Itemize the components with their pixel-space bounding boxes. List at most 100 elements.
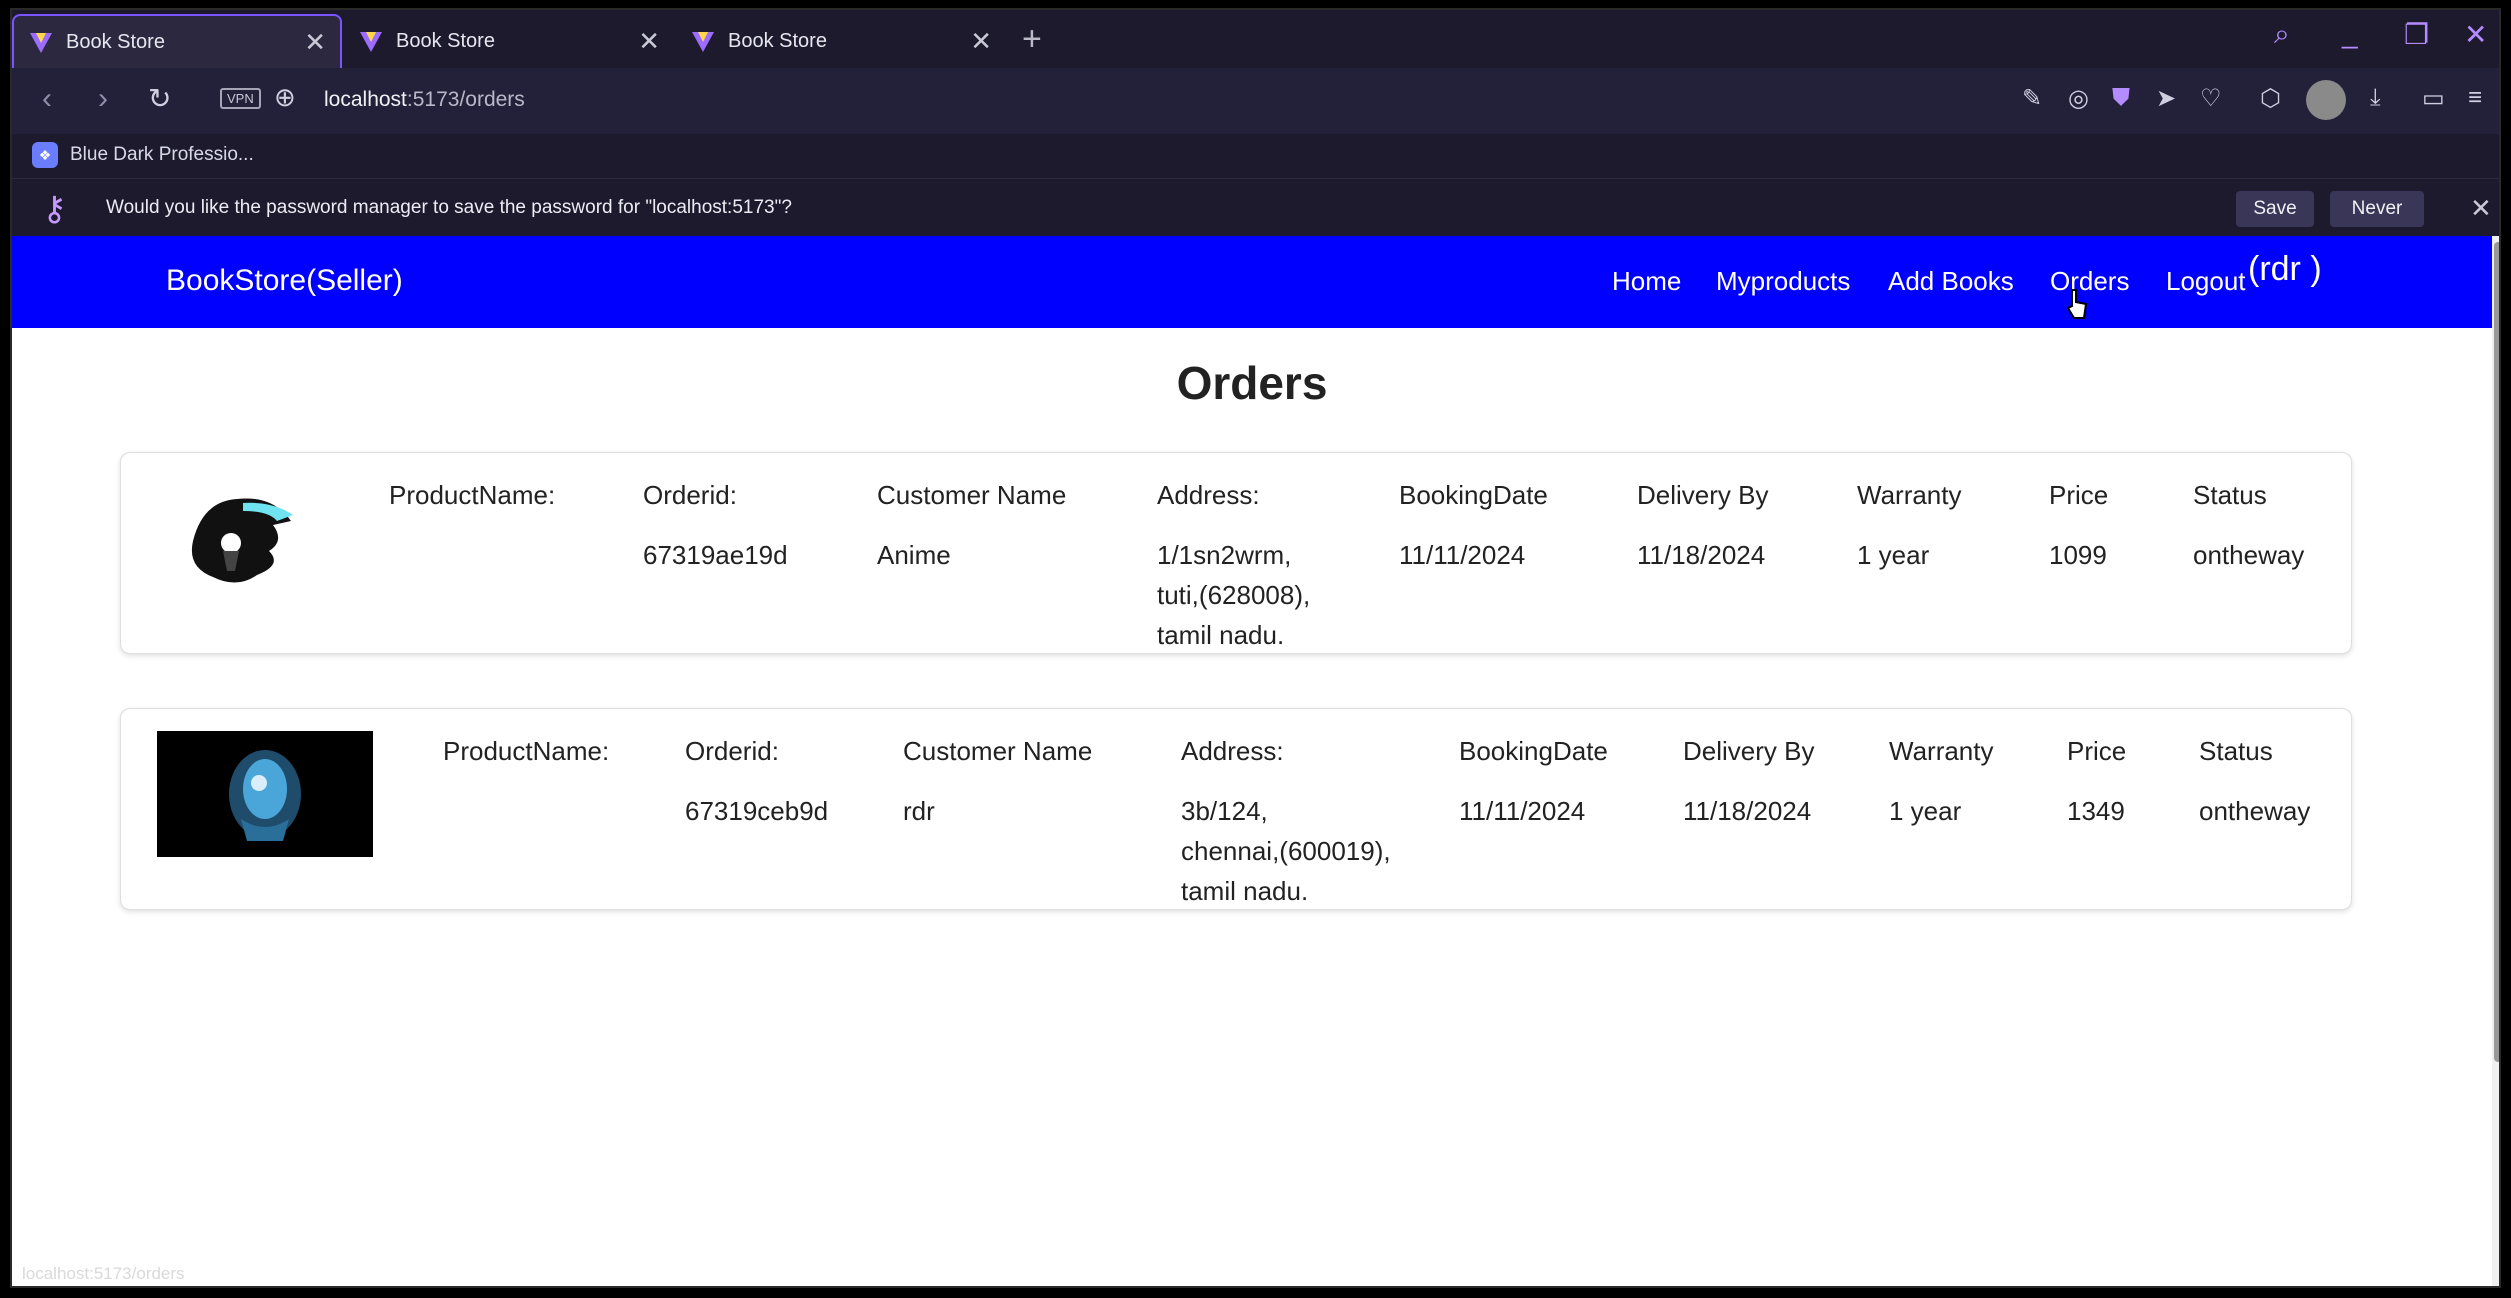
download-icon[interactable]: ⤓ [2370,84,2381,112]
order-card: ProductName: Orderid: Customer Name Addr… [120,708,2352,910]
minimize-icon[interactable]: _ [2342,18,2358,50]
password-manager-bar: ⚷ Would you like the password manager to… [12,178,2499,236]
close-icon[interactable]: ✕ [970,26,992,57]
profile-avatar[interactable] [2306,80,2346,120]
brand-logo[interactable]: BookStore(Seller) [166,264,403,298]
close-window-icon[interactable]: ✕ [2464,18,2487,51]
header-price: Price [2049,480,2109,510]
header-productname: ProductName: [389,480,556,510]
address-line: tamil nadu. [1157,620,1285,650]
search-icon[interactable]: ⌕ [2274,18,2290,51]
camera-icon[interactable]: ◎ [2068,84,2089,113]
nav-logout[interactable]: Logout [2166,266,2246,297]
vpn-badge[interactable]: VPN [220,88,261,109]
header-warranty: Warranty [1889,736,1994,766]
url-host: localhost [324,88,407,111]
status: ontheway [2199,796,2311,826]
order-id: 67319ceb9d [685,796,829,826]
never-save-button[interactable]: Never [2330,191,2424,227]
tab-1[interactable]: Book Store ✕ [12,14,342,68]
bookmark-label: Blue Dark Professio... [70,144,254,165]
header-bookingdate: BookingDate [1459,736,1608,766]
price: 1349 [2067,796,2125,826]
tab-3[interactable]: Book Store ✕ [676,14,1006,68]
header-orderid: Orderid: [685,736,779,766]
tab-2[interactable]: Book Store ✕ [344,14,674,68]
close-icon[interactable]: ✕ [2470,193,2492,224]
header-price: Price [2067,736,2127,766]
product-image [157,731,373,857]
status-bar-url: localhost:5173/orders [22,1264,185,1283]
edit-icon[interactable]: ✎ [2022,84,2042,113]
new-tab-button[interactable]: + [1022,20,1042,59]
address-line: tuti,(628008), [1157,580,1311,610]
globe-icon[interactable]: ⊕ [274,82,296,113]
booking-date: 11/11/2024 [1459,796,1586,826]
booking-date: 11/11/2024 [1399,540,1526,570]
header-warranty: Warranty [1857,480,1962,510]
header-status: Status [2193,480,2267,510]
tab-title: Book Store [66,30,165,53]
tab-title: Book Store [396,29,495,52]
save-password-button[interactable]: Save [2236,191,2314,227]
bookmark-item[interactable]: ❖ Blue Dark Professio... [32,142,254,168]
header-orderid: Orderid: [643,480,737,510]
header-address: Address: [1181,736,1284,766]
price: 1099 [2049,540,2107,570]
site-navbar: BookStore(Seller) Home Myproducts Add Bo… [12,236,2492,328]
header-customer: Customer Name [877,480,1067,510]
tab-bar: Book Store ✕ Book Store ✕ Book Store ✕ +… [12,10,2499,68]
address-line: 1/1sn2wrm, [1157,540,1292,570]
box-icon[interactable]: ⬡ [2260,84,2281,113]
address-bar: ‹ › ↻ VPN ⊕ localhost:5173/orders ✎ ◎ ⛊ … [12,68,2499,134]
order-card: ProductName: Orderid: Customer Name Addr… [120,452,2352,654]
menu-icon[interactable]: ≡ [2468,84,2482,112]
nav-myproducts[interactable]: Myproducts [1716,266,1850,297]
heart-icon[interactable]: ♡ [2200,84,2222,113]
shield-icon[interactable]: ⛊ [2112,84,2130,112]
header-status: Status [2199,736,2273,766]
username-label: (rdr ) [2248,250,2322,288]
customer-name: Anime [877,540,951,570]
bookmark-favicon-icon: ❖ [32,142,58,168]
status: ontheway [2193,540,2305,570]
vite-favicon-icon [692,32,714,52]
nav-home[interactable]: Home [1612,266,1681,297]
cursor-icon [2066,289,2088,319]
battery-icon[interactable]: ▭ [2422,84,2445,113]
delivery-date: 11/18/2024 [1683,796,1812,826]
header-deliveryby: Delivery By [1683,736,1815,766]
delivery-date: 11/18/2024 [1637,540,1766,570]
url-field[interactable]: localhost:5173/orders [324,88,525,112]
close-icon[interactable]: ✕ [638,26,660,57]
product-image [173,481,301,593]
browser-window: Book Store ✕ Book Store ✕ Book Store ✕ +… [10,8,2501,1288]
vite-favicon-icon [30,33,52,53]
address-line: chennai,(600019), [1181,836,1391,866]
address-line: tamil nadu. [1181,876,1309,906]
nav-add-books[interactable]: Add Books [1888,266,2014,297]
address-line: 3b/124, [1181,796,1268,826]
bookmarks-bar: ❖ Blue Dark Professio... [12,134,2499,178]
address: 1/1sn2wrm, tuti,(628008), tamil nadu. [1157,535,1310,655]
restore-icon[interactable]: ❐ [2404,18,2429,51]
key-icon: ⚷ [42,190,67,228]
url-path: :5173/orders [406,88,525,111]
header-bookingdate: BookingDate [1399,480,1548,510]
warranty: 1 year [1889,796,1962,826]
address: 3b/124, chennai,(600019), tamil nadu. [1181,791,1391,911]
close-icon[interactable]: ✕ [304,27,326,58]
header-address: Address: [1157,480,1260,510]
page-title: Orders [1176,357,1328,409]
header-productname: ProductName: [443,736,610,766]
scrollbar-thumb[interactable] [2494,242,2499,1062]
header-customer: Customer Name [903,736,1093,766]
warranty: 1 year [1857,540,1930,570]
reload-icon[interactable]: ↻ [148,82,171,115]
tab-title: Book Store [728,29,827,52]
customer-name: rdr [903,796,935,826]
send-icon[interactable]: ➤ [2156,84,2176,113]
header-deliveryby: Delivery By [1637,480,1769,510]
forward-icon[interactable]: › [98,82,108,116]
back-icon[interactable]: ‹ [42,82,52,116]
